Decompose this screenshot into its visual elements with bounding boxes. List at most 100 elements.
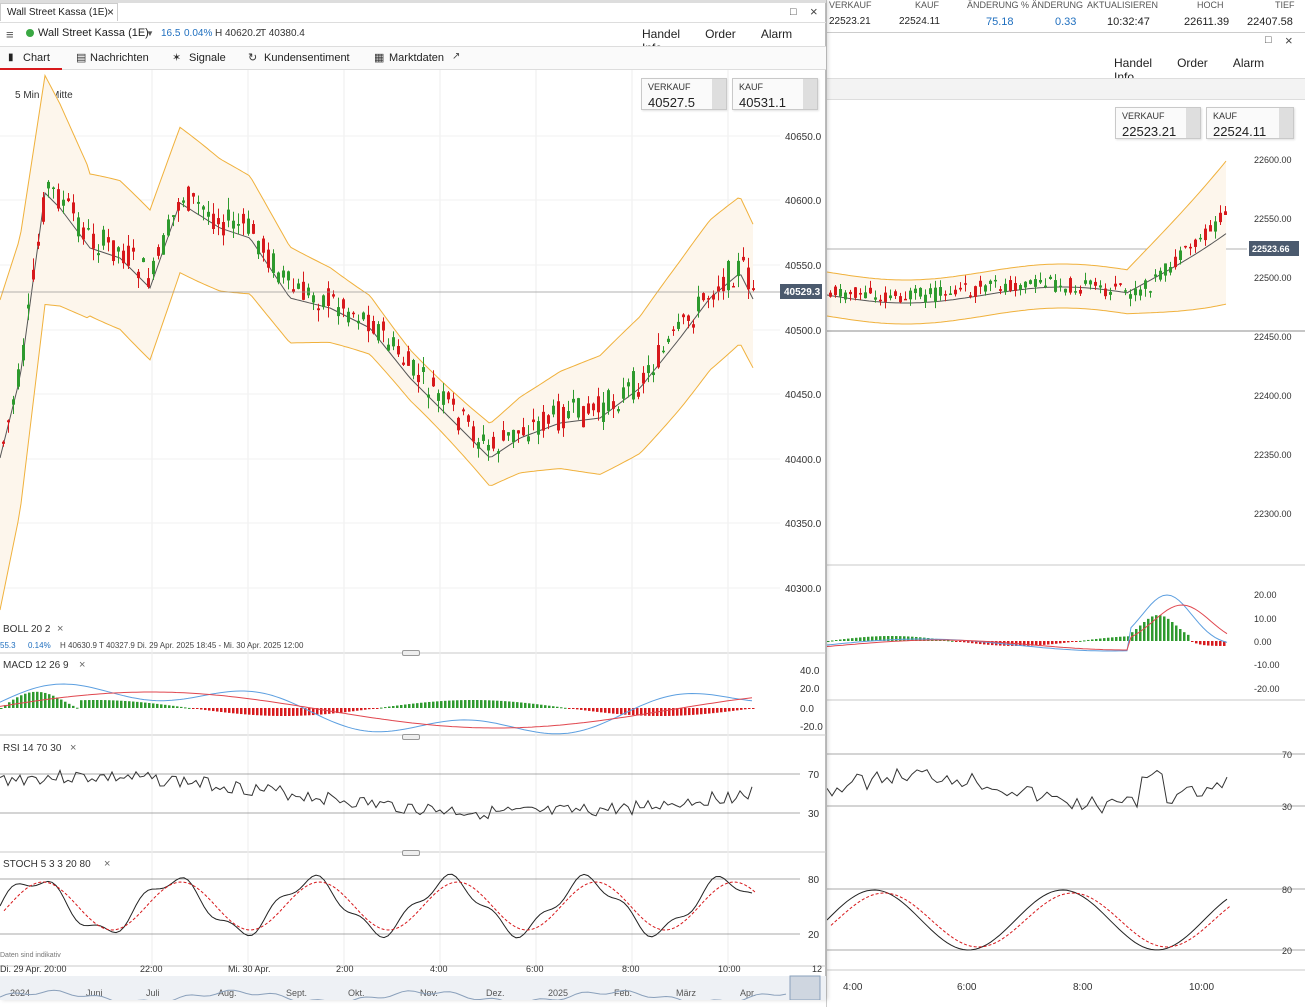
macd-histogram-bar	[688, 708, 691, 716]
macd-histogram-bar	[1191, 641, 1194, 642]
hamburger-icon[interactable]: ≡	[6, 27, 14, 42]
macd-histogram-bar	[368, 708, 371, 710]
candle-body	[954, 289, 957, 295]
macd-axis-label: 20.0	[800, 684, 820, 695]
maximize-icon[interactable]: □	[790, 6, 797, 18]
candle-body	[1004, 283, 1007, 293]
candle-body	[834, 286, 837, 296]
panel-resize-handle[interactable]	[402, 650, 420, 656]
macd-histogram-bar	[548, 705, 551, 708]
candle-body	[47, 181, 50, 189]
macd-histogram-bar	[588, 708, 591, 711]
candle-body	[1039, 279, 1042, 283]
macd-histogram-bar	[244, 708, 247, 715]
panel-resize-handle[interactable]	[402, 850, 420, 856]
macd-histogram-bar	[488, 700, 491, 708]
stoch-label: STOCH 5 3 3 20 80	[3, 859, 91, 870]
tab-close-icon[interactable]: ×	[107, 5, 114, 19]
candle-body	[924, 294, 927, 303]
menu-handel[interactable]: Handel	[1114, 56, 1152, 70]
ticker-row[interactable]: 22523.21 22524.11 75.18 0.33 10:32:47 22…	[827, 14, 1305, 30]
candle-body	[527, 436, 530, 442]
x-axis-label: 4:00	[430, 964, 448, 974]
macd-histogram-bar	[300, 708, 303, 716]
boll-close-icon[interactable]: ×	[57, 623, 63, 635]
candle-body	[157, 247, 160, 256]
navigator-label: 2025	[548, 988, 568, 998]
candle-body	[247, 218, 250, 234]
menu-alarm[interactable]: Alarm	[1233, 56, 1264, 70]
macd-histogram-bar	[392, 706, 395, 708]
chevron-down-icon[interactable]: ▼	[146, 29, 154, 38]
x-axis-label: 12	[812, 964, 822, 974]
navigator-handle[interactable]	[789, 975, 821, 1000]
macd-histogram-bar	[1087, 639, 1090, 641]
tab-signale[interactable]: ✶ Signale	[172, 47, 232, 70]
ticker-low: 22407.58	[1247, 16, 1293, 28]
window-tab[interactable]: Wall Street Kassa (1E) ×	[0, 3, 118, 21]
macd-histogram-bar	[80, 700, 83, 708]
tab-chart[interactable]: ▮ Chart	[0, 47, 62, 70]
candle-body	[1079, 289, 1082, 294]
close-icon[interactable]: ×	[810, 4, 818, 19]
candle-body	[122, 250, 125, 264]
tab-kundensentiment[interactable]: ↻ Kundensentiment	[248, 47, 358, 70]
candle-body	[107, 237, 110, 243]
stoch-close-icon[interactable]: ×	[104, 858, 110, 870]
right-chart-canvas[interactable]: 22600.00 22550.00 22500.00 22450.00 22400.00…	[827, 100, 1305, 1007]
macd-histogram-bar	[1039, 641, 1042, 646]
macd-close-icon[interactable]: ×	[79, 659, 85, 671]
macd-histogram-bar	[132, 701, 135, 708]
candle-body	[562, 406, 565, 429]
macd-histogram-bar	[704, 708, 707, 714]
macd-histogram-bar	[692, 708, 695, 715]
candle-body	[437, 393, 440, 401]
tab-marktdaten[interactable]: ▦ Marktdaten ↗	[374, 47, 474, 70]
macd-histogram-bar	[472, 700, 475, 708]
macd-histogram-bar	[564, 707, 567, 709]
macd-histogram-bar	[256, 708, 259, 716]
candle-body	[612, 401, 615, 409]
tab-nachrichten[interactable]: ▤ Nachrichten	[74, 47, 160, 70]
menu-order[interactable]: Order	[705, 27, 736, 41]
panel-resize-handle[interactable]	[402, 734, 420, 740]
candle-body	[27, 304, 30, 309]
macd-histogram-bar	[752, 708, 755, 709]
candle-body	[1024, 281, 1027, 288]
candle-body	[869, 287, 872, 294]
macd-histogram-bar	[248, 708, 251, 715]
macd-histogram-bar	[476, 700, 479, 708]
maximize-icon[interactable]: □	[1265, 34, 1272, 46]
candle-body	[42, 197, 45, 222]
candle-body	[197, 201, 200, 204]
macd-histogram-bar	[1123, 636, 1126, 641]
candle-body	[712, 294, 715, 300]
candle-body	[1154, 274, 1157, 277]
main-chart-canvas[interactable]: 40650.0 40600.0 40550.0 40500.0 40450.0 40400…	[0, 70, 826, 1000]
candle-body	[332, 294, 335, 297]
candle-body	[182, 200, 185, 203]
candle-body	[7, 420, 10, 423]
candle-body	[97, 253, 100, 256]
candle-body	[127, 245, 130, 266]
x-axis-label: 2:00	[336, 964, 354, 974]
macd-axis-label: 10.00	[1254, 614, 1277, 624]
candle-body	[1009, 280, 1012, 291]
candle-body	[507, 432, 510, 436]
instrument-name[interactable]: Wall Street Kassa (1E)	[38, 27, 149, 39]
candle-body	[1084, 280, 1087, 284]
menu-order[interactable]: Order	[1177, 56, 1208, 70]
candle-body	[167, 219, 170, 236]
macd-histogram-bar	[556, 706, 559, 708]
macd-histogram-bar	[164, 704, 167, 708]
rsi-close-icon[interactable]: ×	[70, 742, 76, 754]
candle-body	[492, 436, 495, 449]
macd-histogram-bar	[528, 703, 531, 708]
candle-body	[697, 296, 700, 312]
macd-histogram-bar	[544, 705, 547, 708]
close-icon[interactable]: ×	[1285, 33, 1293, 48]
candle-body	[1189, 246, 1192, 249]
menu-alarm[interactable]: Alarm	[761, 27, 792, 41]
macd-histogram-bar	[188, 707, 191, 709]
menu-handel[interactable]: Handel	[642, 27, 680, 41]
